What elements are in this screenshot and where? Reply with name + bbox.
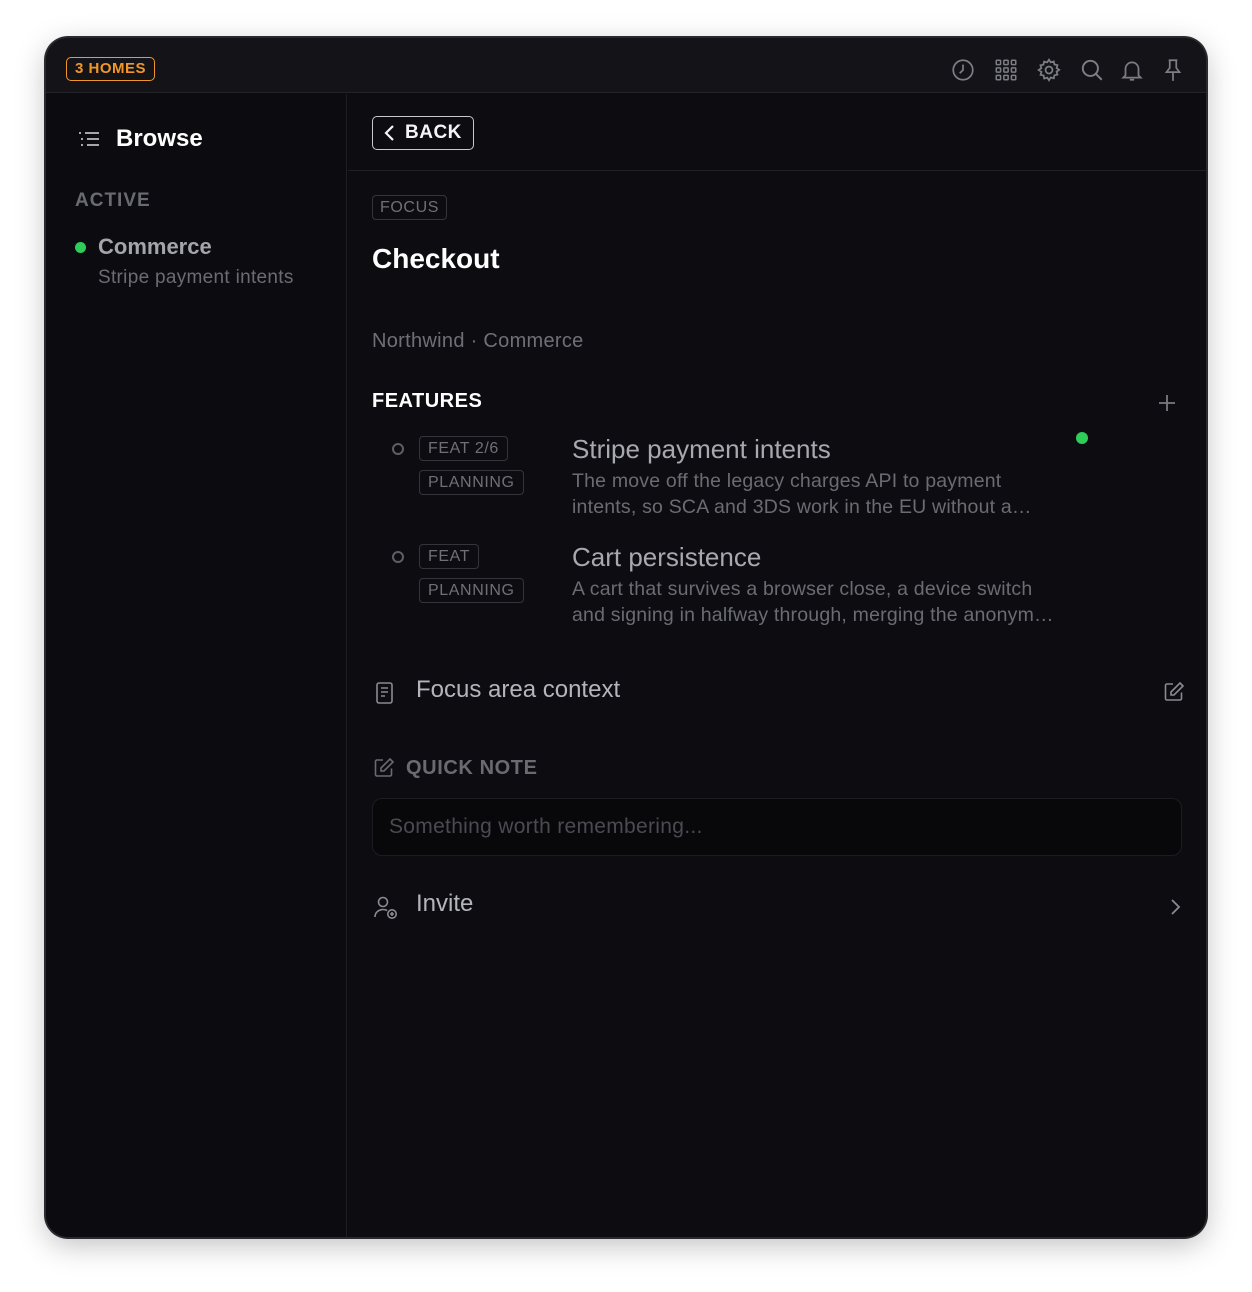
- feature-tag: FEAT 2/6: [419, 436, 508, 461]
- chevron-left-icon: [384, 125, 394, 141]
- feature-tag: FEAT: [419, 544, 480, 569]
- feature-row[interactable]: FEAT 2/6 PLANNING Stripe payment intents…: [348, 432, 1188, 534]
- sidebar-item-label: Commerce: [98, 234, 212, 259]
- pin-icon[interactable]: [1160, 57, 1186, 83]
- sidebar-title: Browse: [116, 125, 203, 152]
- add-feature-icon[interactable]: [1154, 390, 1180, 416]
- status-dot: [75, 242, 86, 253]
- quick-note-header: QUICK NOTE: [372, 754, 538, 782]
- feature-status-badge: PLANNING: [419, 470, 524, 495]
- feature-status-badge: PLANNING: [419, 578, 524, 603]
- list-menu-icon: [79, 132, 99, 146]
- add-user-icon: [374, 896, 397, 919]
- back-bar: BACK: [348, 94, 1206, 171]
- circle-icon: [392, 443, 404, 455]
- document-icon: [376, 682, 393, 704]
- clock-icon[interactable]: [950, 57, 976, 83]
- grid-icon[interactable]: [993, 57, 1019, 83]
- feature-desc-line: A cart that survives a browser close, a …: [572, 578, 1033, 600]
- back-label: BACK: [405, 122, 462, 143]
- sidebar-item-subtitle: Stripe payment intents: [98, 267, 294, 288]
- breadcrumb: Northwind · Commerce: [372, 330, 584, 352]
- search-icon[interactable]: [1079, 57, 1105, 83]
- invite-label: Invite: [416, 890, 474, 917]
- sidebar-section-active: ACTIVE: [75, 190, 151, 211]
- feature-row[interactable]: FEAT PLANNING Cart persistence A cart th…: [348, 542, 1188, 642]
- homes-badge[interactable]: 3 HOMES: [66, 57, 156, 81]
- focus-area-context-row[interactable]: Focus area context: [372, 676, 1186, 712]
- features-heading: FEATURES: [372, 390, 483, 412]
- feature-desc-line: The move off the legacy charges API to p…: [572, 470, 1002, 492]
- focus-area-context-label: Focus area context: [416, 676, 621, 703]
- chevron-right-icon: [1171, 899, 1181, 915]
- feature-title: Cart persistence: [572, 542, 762, 572]
- app-window: 3 HOMES Browse ACTIVE Commerce Stripe pa…: [46, 38, 1206, 1237]
- gear-icon[interactable]: [1036, 57, 1062, 83]
- feature-description: The move off the legacy charges API to p…: [572, 468, 1102, 520]
- circle-icon: [392, 551, 404, 563]
- bell-icon[interactable]: [1119, 57, 1145, 83]
- focus-tag: FOCUS: [372, 195, 447, 220]
- sidebar-header[interactable]: Browse: [76, 124, 203, 154]
- active-status-dot: [1076, 432, 1088, 444]
- feature-title: Stripe payment intents: [572, 434, 831, 464]
- invite-row[interactable]: Invite: [372, 890, 1186, 926]
- page-title: Checkout: [372, 243, 500, 274]
- quick-note-title: QUICK NOTE: [406, 756, 538, 779]
- edit-icon[interactable]: [1162, 680, 1186, 704]
- main-panel: BACK FOCUS Checkout Northwind · Commerce…: [348, 94, 1206, 1237]
- feature-description: A cart that survives a browser close, a …: [572, 576, 1112, 628]
- feature-desc-line: intents, so SCA and 3DS work in the EU w…: [572, 496, 1032, 518]
- titlebar: 3 HOMES: [46, 38, 1206, 93]
- quick-note-input[interactable]: [372, 798, 1182, 856]
- note-edit-icon: [374, 757, 395, 777]
- sidebar: Browse ACTIVE Commerce Stripe payment in…: [46, 94, 347, 1237]
- feature-desc-line: and signing in halfway through, merging …: [572, 604, 1054, 626]
- back-button[interactable]: BACK: [372, 116, 474, 150]
